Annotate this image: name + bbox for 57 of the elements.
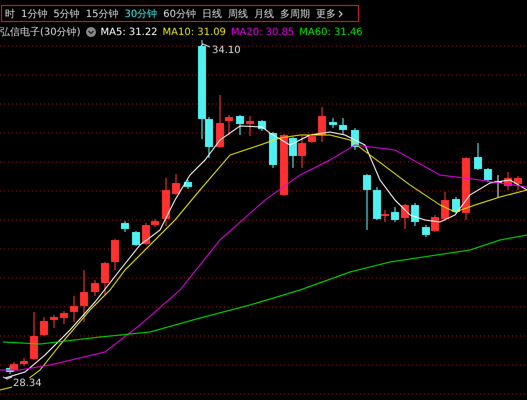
candlestick: [60, 310, 68, 324]
candlestick: [494, 174, 502, 198]
candlestick: [329, 118, 337, 128]
timeframe-tab[interactable]: 日线: [198, 6, 225, 20]
candlestick: [30, 312, 38, 360]
more-button[interactable]: 更多: [312, 6, 346, 20]
candlestick: [339, 118, 347, 136]
timeframe-tab[interactable]: 15分钟: [82, 6, 122, 20]
candlestick: [246, 116, 254, 136]
timeframe-tab[interactable]: 1分钟: [18, 6, 50, 20]
candlestick: [504, 172, 512, 190]
candlestick: [363, 174, 371, 230]
candlestick: [132, 230, 140, 246]
timeframe-tab[interactable]: 30分钟: [121, 6, 160, 20]
price-label: 28.34: [12, 378, 43, 389]
candlestick: [452, 196, 460, 214]
price-label: 34.10: [212, 45, 241, 56]
candlestick: [111, 238, 119, 270]
candlestick: [391, 206, 399, 222]
candlestick: [91, 280, 99, 296]
candlestick: [50, 314, 58, 328]
caret-icon: [338, 10, 343, 18]
timeframe-tab[interactable]: 时: [2, 6, 18, 20]
indicator-value: MA20: 30.85: [230, 26, 294, 38]
stock-title: 弘信电子(30分钟): [0, 26, 81, 39]
candlestick: [80, 270, 88, 322]
candlestick: [172, 174, 180, 196]
candlestick: [269, 132, 277, 168]
leader-line: [2, 376, 12, 380]
candlestick: [318, 106, 326, 142]
candlestick: [308, 134, 316, 144]
candlestick: [514, 176, 522, 190]
candlestick: [258, 120, 266, 132]
candlestick: [236, 114, 244, 136]
candlestick: [121, 220, 129, 232]
candlestick: [484, 168, 492, 182]
indicator-value: MA5: 31.22: [100, 26, 158, 38]
candlestick: [184, 180, 192, 190]
candlestick: [101, 262, 109, 296]
candlestick: [70, 296, 78, 322]
timeframe-tab[interactable]: 周线: [224, 6, 251, 20]
timeframe-tab[interactable]: 5分钟: [50, 6, 83, 20]
timeframe-tab[interactable]: 60分钟: [160, 6, 199, 20]
candlestick: [40, 316, 48, 336]
indicator-value: MA10: 31.09: [162, 26, 226, 38]
timeframe-tab[interactable]: 多周期: [276, 6, 313, 20]
candlestick: [441, 192, 449, 222]
indicator-value: MA60: 31.46: [299, 26, 363, 38]
candlestick: [462, 156, 470, 220]
timeframe-tab[interactable]: 月线: [250, 6, 277, 20]
candlestick: [411, 202, 419, 226]
candlestick: [401, 204, 409, 230]
leader-line: [200, 43, 210, 48]
dropdown-icon[interactable]: [86, 27, 96, 37]
candlestick: [162, 178, 170, 226]
candlestick: [474, 142, 482, 170]
candlestick: [20, 358, 28, 366]
